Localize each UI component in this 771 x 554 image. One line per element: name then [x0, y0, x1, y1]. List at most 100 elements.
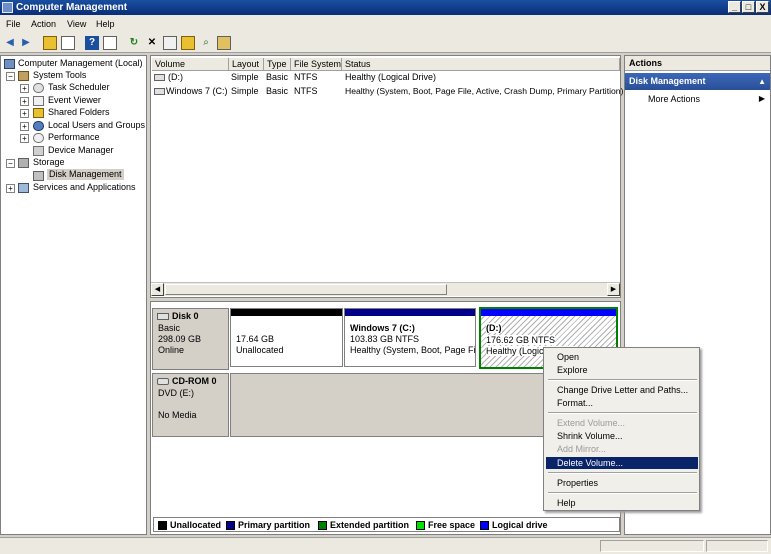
- scroll-right-button[interactable]: ▶: [607, 283, 620, 296]
- volume-name: (D:): [168, 72, 183, 82]
- partition-unallocated[interactable]: 17.64 GB Unallocated: [230, 308, 343, 367]
- expand-event-viewer[interactable]: +: [20, 97, 29, 106]
- actions-section-title: Disk Management: [629, 76, 706, 86]
- collapse-system-tools[interactable]: −: [6, 72, 15, 81]
- menu-item-properties[interactable]: Properties: [546, 477, 698, 489]
- clock-icon: [33, 83, 44, 93]
- tree-device-manager[interactable]: Device Manager: [48, 145, 114, 156]
- legend-swatch-extended: [318, 521, 327, 530]
- expand-local-users[interactable]: +: [20, 122, 29, 131]
- menu-item-delete-volume[interactable]: Delete Volume...: [546, 457, 698, 469]
- disk-icon[interactable]: [217, 36, 231, 50]
- legend-swatch-free: [416, 521, 425, 530]
- help-icon[interactable]: ?: [85, 36, 99, 50]
- tree-shared-folders[interactable]: Shared Folders: [48, 107, 110, 118]
- partition-c[interactable]: Windows 7 (C:) 103.83 GB NTFS Healthy (S…: [344, 308, 476, 367]
- expand-performance[interactable]: +: [20, 134, 29, 143]
- refresh-icon[interactable]: ↻: [127, 36, 141, 50]
- minimize-button[interactable]: _: [728, 1, 741, 13]
- expand-task-scheduler[interactable]: +: [20, 84, 29, 93]
- disk-0-header[interactable]: Disk 0 Basic 298.09 GB Online: [152, 308, 229, 370]
- users-icon: [33, 121, 44, 131]
- legend-extended: Extended partition: [330, 520, 410, 530]
- computer-icon: [4, 59, 15, 69]
- tree-system-tools[interactable]: System Tools: [33, 70, 86, 81]
- folder-icon: [33, 108, 44, 118]
- column-header-layout[interactable]: Layout: [229, 58, 264, 71]
- menu-separator: [548, 412, 697, 414]
- partition-label: Unallocated: [236, 345, 284, 355]
- menu-bar: File Action View Help: [0, 15, 771, 33]
- column-header-volume[interactable]: Volume: [152, 58, 229, 71]
- menu-action[interactable]: Action: [31, 19, 56, 29]
- up-folder-icon[interactable]: [43, 36, 57, 50]
- partition-status: Healthy (System, Boot, Page File: [350, 345, 476, 355]
- legend-swatch-primary: [226, 521, 235, 530]
- tree-local-users[interactable]: Local Users and Groups: [48, 120, 145, 131]
- disk-state: Online: [158, 345, 185, 355]
- tree-task-scheduler[interactable]: Task Scheduler: [48, 82, 110, 93]
- collapse-storage[interactable]: −: [6, 159, 15, 168]
- status-bar: [0, 537, 771, 554]
- legend-logical: Logical drive: [492, 520, 548, 530]
- menu-separator: [548, 492, 697, 494]
- actions-section-disk-management[interactable]: Disk Management ▲: [625, 73, 770, 90]
- toolbar: ◀ ▶ ? ↻ ✕ ⌕: [0, 33, 771, 53]
- menu-item-change-drive-letter[interactable]: Change Drive Letter and Paths...: [546, 384, 698, 396]
- column-header-type[interactable]: Type: [264, 58, 291, 71]
- maximize-button[interactable]: □: [742, 1, 755, 13]
- menu-file[interactable]: File: [6, 19, 21, 29]
- tools-icon: [18, 71, 29, 81]
- scroll-left-button[interactable]: ◀: [151, 283, 164, 296]
- tree-disk-management[interactable]: Disk Management: [47, 169, 124, 180]
- disk-size: 298.09 GB: [158, 334, 202, 344]
- actions-header: Actions: [625, 56, 770, 71]
- volume-list: Volume Layout Type File System Status (D…: [150, 55, 623, 298]
- collapse-arrow-icon[interactable]: ▲: [758, 73, 766, 90]
- forward-arrow-icon[interactable]: ▶: [19, 36, 33, 50]
- menu-item-explore[interactable]: Explore: [546, 364, 698, 376]
- horizontal-scrollbar[interactable]: ◀ ▶: [151, 282, 620, 296]
- context-menu: Open Explore Change Drive Letter and Pat…: [543, 347, 700, 511]
- show-hide-tree-icon[interactable]: [61, 36, 75, 50]
- tree-services[interactable]: Services and Applications: [33, 182, 136, 193]
- tree-performance[interactable]: Performance: [48, 132, 100, 143]
- cdrom-0-header[interactable]: CD-ROM 0 DVD (E:) No Media: [152, 373, 229, 437]
- expand-services[interactable]: +: [6, 184, 15, 193]
- properties-pane-icon[interactable]: [103, 36, 117, 50]
- menu-item-open[interactable]: Open: [546, 351, 698, 363]
- properties-icon[interactable]: [163, 36, 177, 50]
- legend-swatch-logical: [480, 521, 489, 530]
- menu-separator: [548, 379, 697, 381]
- column-header-file-system[interactable]: File System: [291, 58, 342, 71]
- title-bar: Computer Management _ □ X: [0, 0, 771, 15]
- event-viewer-icon: [33, 96, 44, 106]
- menu-help[interactable]: Help: [96, 19, 115, 29]
- expand-shared-folders[interactable]: +: [20, 109, 29, 118]
- drive-icon: [154, 88, 165, 95]
- legend-swatch-unallocated: [158, 521, 167, 530]
- status-panel: [706, 540, 768, 552]
- more-actions-label: More Actions: [648, 94, 701, 104]
- menu-item-shrink-volume[interactable]: Shrink Volume...: [546, 430, 698, 442]
- delete-icon[interactable]: ✕: [145, 36, 159, 50]
- menu-separator: [548, 472, 697, 474]
- more-actions-item[interactable]: More Actions ▶: [625, 94, 770, 106]
- open-icon[interactable]: [181, 36, 195, 50]
- tree-root[interactable]: Computer Management (Local): [18, 58, 143, 69]
- tree-event-viewer[interactable]: Event Viewer: [48, 95, 101, 106]
- scrollbar-thumb[interactable]: [165, 284, 447, 295]
- volume-layout: Simple: [231, 72, 259, 82]
- menu-item-format[interactable]: Format...: [546, 397, 698, 409]
- cdrom-icon: [157, 378, 169, 385]
- submenu-arrow-icon: ▶: [758, 94, 765, 103]
- performance-icon: [33, 133, 44, 143]
- volume-status: Healthy (Logical Drive): [345, 72, 437, 82]
- back-arrow-icon[interactable]: ◀: [3, 36, 17, 50]
- menu-item-help[interactable]: Help: [546, 497, 698, 509]
- search-icon[interactable]: ⌕: [199, 36, 213, 50]
- close-button[interactable]: X: [756, 1, 769, 13]
- column-header-status[interactable]: Status: [342, 58, 620, 71]
- tree-storage[interactable]: Storage: [33, 157, 65, 168]
- menu-view[interactable]: View: [67, 19, 86, 29]
